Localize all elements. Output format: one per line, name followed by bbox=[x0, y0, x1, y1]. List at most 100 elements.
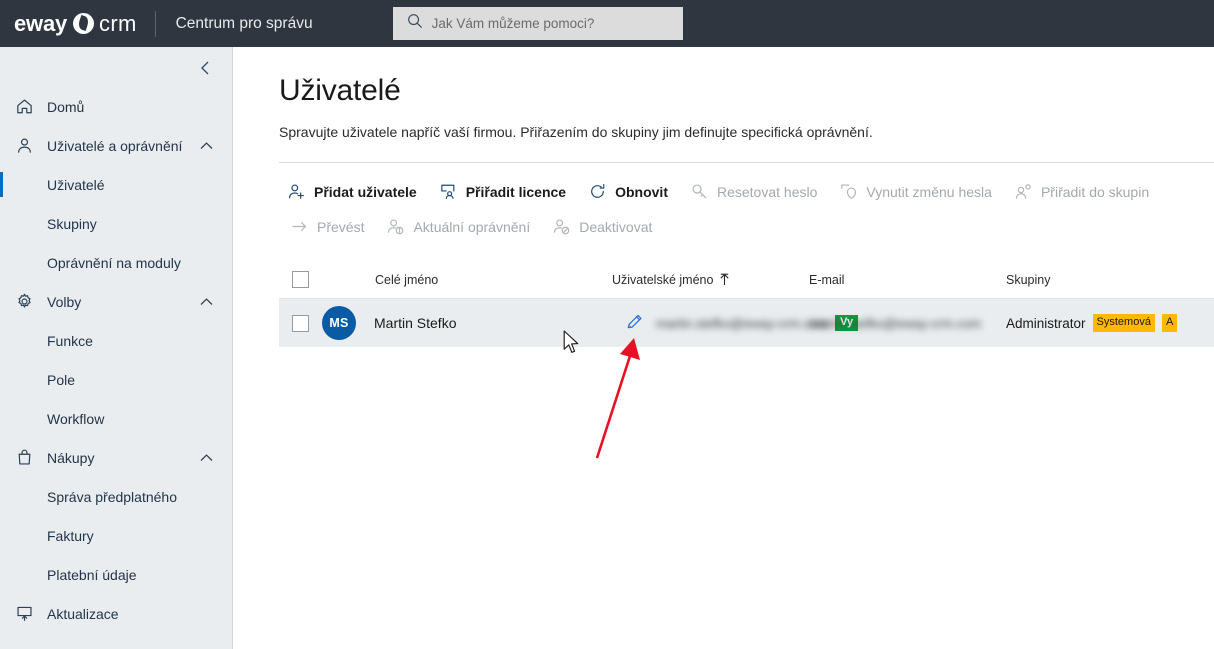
bag-icon bbox=[14, 448, 34, 468]
app-title: Centrum pro správu bbox=[175, 14, 313, 32]
obnovit-button[interactable]: Obnovit bbox=[577, 174, 679, 209]
sidebar-collapse-button[interactable] bbox=[190, 55, 220, 85]
sidebar-item-label: Oprávnění na moduly bbox=[47, 254, 181, 271]
sidebar-item-volby[interactable]: Volby bbox=[0, 282, 232, 321]
column-header-label: Skupiny bbox=[1006, 272, 1051, 287]
sidebar-item-n-kupy[interactable]: Nákupy bbox=[0, 438, 232, 477]
sidebar-item-faktury[interactable]: Faktury bbox=[0, 516, 232, 555]
sidebar-item-platebn-daje[interactable]: Platební údaje bbox=[0, 555, 232, 594]
arrow-right-icon bbox=[290, 217, 309, 236]
monitor-up-icon bbox=[14, 604, 34, 624]
table-row[interactable]: MS Martin Stefko martin.stefko@eway-crm.… bbox=[279, 299, 1214, 347]
deaktivovat-button: Deaktivovat bbox=[541, 209, 663, 244]
sidebar-item-label: Skupiny bbox=[47, 215, 97, 232]
sidebar-item-u-ivatel[interactable]: Uživatelé bbox=[0, 165, 232, 204]
user-fullname: Martin Stefko bbox=[374, 315, 457, 331]
command-label: Přidat uživatele bbox=[314, 183, 417, 200]
sidebar-item-label: Správa předplatného bbox=[47, 488, 177, 505]
cell-fullname: MS Martin Stefko bbox=[322, 306, 612, 340]
column-header-username[interactable]: Uživatelské jméno bbox=[612, 273, 809, 287]
sidebar-item-label: Aktualizace bbox=[47, 605, 119, 622]
add-user-icon bbox=[287, 182, 306, 201]
sidebar-item-opr-vn-n-na-moduly[interactable]: Oprávnění na moduly bbox=[0, 243, 232, 282]
table-header-row: Celé jméno Uživatelské jméno E-mail Skup… bbox=[279, 261, 1214, 299]
group-name: Administrator bbox=[1006, 315, 1086, 331]
sidebar-item-label: Workflow bbox=[47, 410, 105, 427]
gear-icon bbox=[14, 292, 34, 312]
cell-username: martin.stefko@eway-crm.com Vy bbox=[656, 315, 859, 331]
user-block-icon bbox=[552, 217, 571, 236]
command-label: Resetovat heslo bbox=[716, 183, 818, 200]
vynutit-zm-nu-hesla-button: Vynutit změnu hesla bbox=[828, 174, 1003, 209]
aktu-ln-opr-vn-n-button: Aktuální oprávnění bbox=[375, 209, 541, 244]
sidebar-nav: Domů Uživatelé a oprávnění Uživatelé Skupin… bbox=[0, 87, 232, 633]
p-i-adit-licence-button[interactable]: Přiřadit licence bbox=[428, 174, 577, 209]
edit-user-button[interactable] bbox=[612, 312, 656, 334]
app-logo[interactable]: eway crm bbox=[14, 0, 137, 47]
sidebar-item-spr-va-p-edplatn-ho[interactable]: Správa předplatného bbox=[0, 477, 232, 516]
command-label: Obnovit bbox=[615, 183, 668, 200]
p-i-adit-do-skupin-button: Přiřadit do skupin bbox=[1003, 174, 1160, 209]
column-header-label: E-mail bbox=[809, 272, 845, 287]
command-bar: Přidat uživatele Přiřadit licence Obnovit R… bbox=[279, 174, 1214, 244]
header-divider bbox=[154, 10, 156, 37]
column-header-label: Uživatelské jméno bbox=[612, 272, 714, 287]
p-idat-u-ivatele-button[interactable]: Přidat uživatele bbox=[279, 174, 428, 209]
cell-email: martin.stefko@eway-crm.com bbox=[809, 316, 1006, 331]
search-icon bbox=[407, 13, 423, 34]
checkbox-icon[interactable] bbox=[292, 314, 309, 332]
command-label: Vynutit změnu hesla bbox=[866, 183, 992, 200]
global-search-placeholder: Jak Vám můžeme pomoci? bbox=[431, 16, 595, 31]
group-badge: A bbox=[1161, 313, 1178, 333]
pencil-edit-icon bbox=[625, 312, 644, 334]
sidebar-item-label: Funkce bbox=[47, 332, 93, 349]
sidebar-item-skupiny[interactable]: Skupiny bbox=[0, 204, 232, 243]
header-separator bbox=[279, 162, 1214, 163]
main-content: Uživatelé Spravujte uživatele napříč vaš… bbox=[234, 47, 1214, 649]
sort-asc-arrow-icon bbox=[719, 273, 730, 286]
column-header-groups[interactable]: Skupiny bbox=[1006, 273, 1214, 287]
sidebar-item-label: Faktury bbox=[47, 527, 94, 544]
command-label: Přiřadit licence bbox=[465, 183, 567, 200]
logo-text-primary: eway bbox=[14, 10, 68, 36]
command-label: Přiřadit do skupin bbox=[1040, 183, 1150, 200]
command-label: Aktuální oprávnění bbox=[413, 218, 531, 235]
group-badge: Systemová bbox=[1092, 313, 1155, 333]
chevron-up-icon[interactable] bbox=[199, 296, 214, 307]
top-bar: eway crm Centrum pro správu Jak Vám může… bbox=[0, 0, 1214, 47]
sidebar-item-funkce[interactable]: Funkce bbox=[0, 321, 232, 360]
column-header-fullname[interactable]: Celé jméno bbox=[322, 273, 612, 287]
resetovat-heslo-button: Resetovat heslo bbox=[679, 174, 828, 209]
sidebar-item-u-ivatel-a-opr-vn-n[interactable]: Uživatelé a oprávnění bbox=[0, 126, 232, 165]
global-search-box[interactable]: Jak Vám můžeme pomoci? bbox=[392, 7, 683, 40]
users-table: Celé jméno Uživatelské jméno E-mail Skup… bbox=[279, 261, 1214, 347]
sidebar-item-label: Nákupy bbox=[47, 449, 95, 466]
chevron-up-icon[interactable] bbox=[199, 452, 214, 463]
page-title: Uživatelé bbox=[279, 74, 401, 107]
command-label: Převést bbox=[317, 218, 365, 235]
assign-license-icon bbox=[439, 182, 458, 201]
chevron-left-icon bbox=[199, 60, 212, 81]
avatar: MS bbox=[322, 306, 356, 340]
sidebar-item-workflow[interactable]: Workflow bbox=[0, 399, 232, 438]
logo-text-secondary: crm bbox=[99, 10, 137, 36]
eway-circle-logo-icon bbox=[73, 13, 95, 34]
sidebar-item-aktualizace[interactable]: Aktualizace bbox=[0, 594, 232, 633]
sidebar: Domů Uživatelé a oprávnění Uživatelé Skupin… bbox=[0, 47, 233, 649]
checkbox-icon[interactable] bbox=[292, 271, 309, 288]
cell-groups: Administrator Systemová A bbox=[1006, 313, 1214, 333]
email-value-masked: martin.stefko@eway-crm.com bbox=[809, 315, 982, 331]
key-icon bbox=[690, 182, 709, 201]
row-select-cell[interactable] bbox=[279, 314, 322, 332]
sidebar-item-dom[interactable]: Domů bbox=[0, 87, 232, 126]
chevron-up-icon[interactable] bbox=[199, 140, 214, 151]
select-all-cell[interactable] bbox=[279, 271, 322, 288]
p-ev-st-button: Převést bbox=[279, 209, 375, 244]
sidebar-item-label: Domů bbox=[47, 98, 85, 115]
column-header-email[interactable]: E-mail bbox=[809, 273, 1006, 287]
sidebar-item-label: Pole bbox=[47, 371, 76, 388]
refresh-icon bbox=[588, 182, 607, 201]
sidebar-item-label: Uživatelé bbox=[47, 176, 105, 193]
user-icon bbox=[14, 136, 34, 156]
sidebar-item-pole[interactable]: Pole bbox=[0, 360, 232, 399]
